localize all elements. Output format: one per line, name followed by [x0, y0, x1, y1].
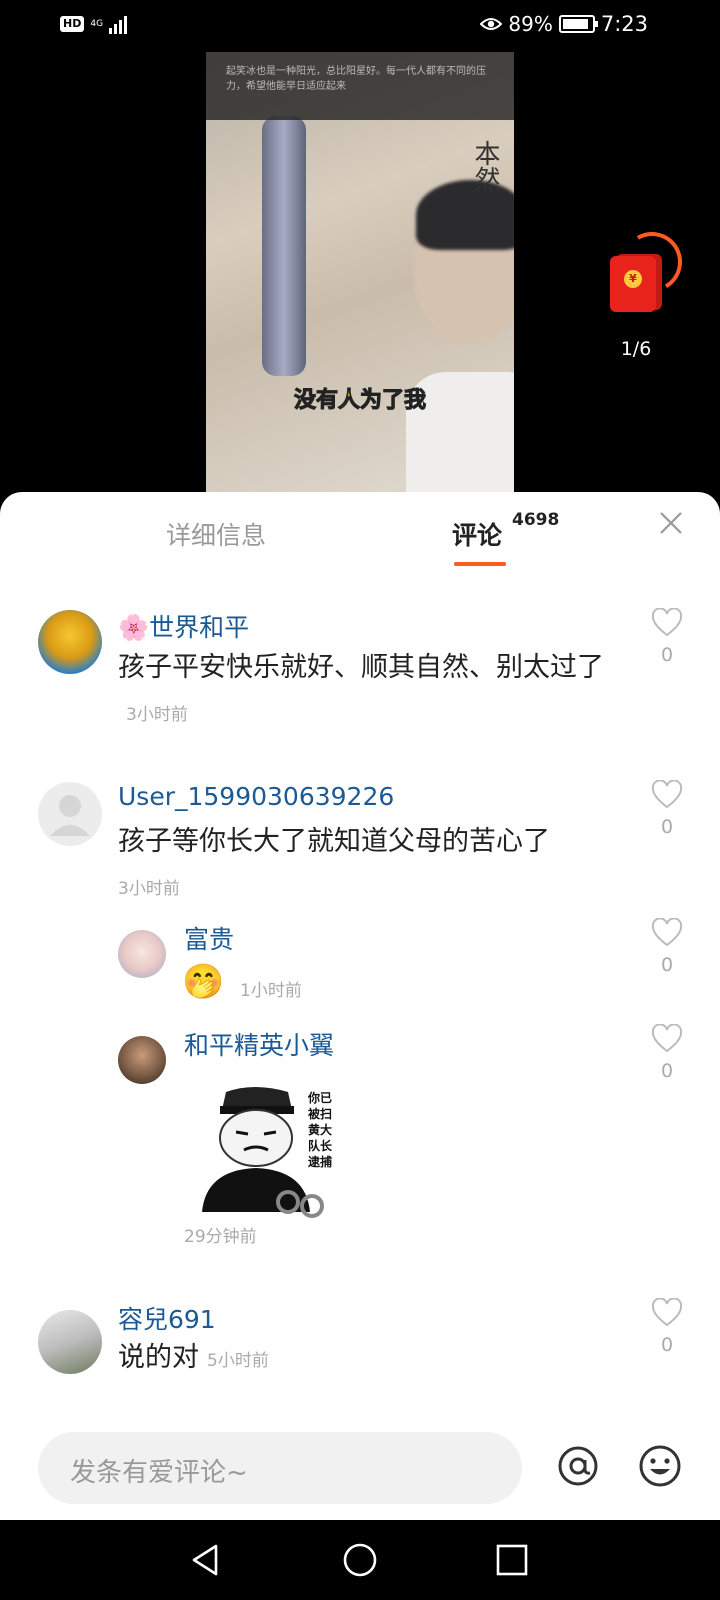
reply-emoji: 🤭 [182, 962, 225, 1002]
heart-icon [651, 918, 683, 947]
heart-icon [651, 1024, 683, 1053]
video-player[interactable]: 起笑冰也是一种阳光，总比阳星好。每一代人都有不同的压力，希望他能早日适应起来 本… [206, 52, 514, 492]
comment-body: 孩子平安快乐就好、顺其自然、别太过了 [118, 652, 604, 683]
comment-username[interactable]: 🌸世界和平 [118, 608, 249, 644]
battery-fill [562, 19, 588, 29]
avatar[interactable] [118, 1036, 166, 1084]
like-button[interactable]: 0 [650, 1298, 684, 1356]
comment-input[interactable]: 发条有爱评论~ [38, 1432, 522, 1504]
comment-username[interactable]: User_1599030639226 [118, 782, 394, 811]
reply-username[interactable]: 和平精英小翼 [184, 1026, 334, 1062]
comment-text[interactable]: 孩子平安快乐就好、顺其自然、别太过了 3小时前 [118, 646, 608, 737]
meme-text-line: 逮捕 [308, 1155, 333, 1169]
avatar[interactable] [38, 782, 102, 846]
coin-icon: ¥ [624, 270, 642, 288]
tab-comments[interactable]: 评论 [452, 516, 502, 552]
heart-icon [651, 608, 683, 637]
home-icon[interactable] [342, 1542, 378, 1578]
comment-time: 3小时前 [126, 705, 188, 725]
comment-text[interactable]: 孩子等你长大了就知道父母的苦心了 [118, 820, 550, 864]
like-button[interactable]: 0 [650, 608, 684, 666]
emoji-icon[interactable] [638, 1444, 682, 1488]
avatar[interactable] [118, 930, 166, 978]
video-caption-strip: 起笑冰也是一种阳光，总比阳星好。每一代人都有不同的压力，希望他能早日适应起来 [206, 52, 514, 120]
like-count: 0 [660, 954, 674, 976]
like-count: 0 [660, 1060, 674, 1082]
avatar[interactable] [38, 610, 102, 674]
like-count: 0 [660, 644, 674, 666]
heart-icon [651, 1298, 683, 1327]
comment-time: 3小时前 [118, 879, 180, 899]
video-logo: 本然 [470, 140, 500, 192]
clock: 7:23 [600, 12, 648, 36]
meme-text-line: 被扫 [308, 1107, 333, 1121]
meme-text-line: 队长 [308, 1139, 333, 1153]
status-left: HD 4G [60, 14, 128, 34]
status-bar: HD 4G 89% 7:23 [0, 0, 720, 52]
meme-text: 你已 被扫 黄大 队长 逮捕 [308, 1090, 332, 1170]
avatar[interactable] [38, 1310, 102, 1374]
battery-icon [558, 15, 598, 33]
comment-text[interactable]: 说的对 5小时前 [118, 1336, 269, 1383]
like-button[interactable]: 0 [650, 780, 684, 838]
meme-text-line: 你已 [308, 1091, 333, 1105]
signal-icon [109, 14, 128, 34]
recent-apps-icon[interactable] [496, 1544, 528, 1576]
comment-body: 说的对 [118, 1342, 199, 1373]
meme-text-line: 黄大 [308, 1123, 333, 1137]
comments-count: 4698 [512, 510, 560, 530]
system-nav-bar [0, 1520, 720, 1600]
red-packet-count: 1/6 [620, 338, 652, 360]
reply-username[interactable]: 富贵 [184, 920, 234, 956]
default-avatar-icon [50, 795, 90, 836]
comment-username[interactable]: 容兒691 [118, 1300, 216, 1336]
reply-time: 29分钟前 [184, 1227, 257, 1247]
video-person [396, 162, 514, 492]
video-pole [262, 116, 306, 376]
reply-time: 1小时前 [240, 981, 302, 1001]
like-button[interactable]: 0 [650, 1024, 684, 1082]
red-packet-button[interactable]: ¥ [606, 225, 689, 322]
hd-badge: HD [60, 16, 85, 32]
tab-details[interactable]: 详细信息 [166, 516, 266, 552]
mention-icon[interactable] [556, 1444, 600, 1488]
close-icon[interactable] [656, 508, 686, 538]
comments-sheet: 详细信息 评论 4698 🌸世界和平 孩子平安快乐就好、顺其自然、别太过了 3小时… [0, 492, 720, 1520]
network-type: 4G [90, 18, 104, 29]
eye-icon [480, 18, 503, 30]
video-subtitle: 没有人为了我 [293, 388, 426, 414]
comment-input-placeholder: 发条有爱评论~ [70, 1458, 248, 1488]
active-tab-indicator [454, 562, 506, 566]
like-count: 0 [660, 1334, 674, 1356]
like-count: 0 [660, 816, 674, 838]
battery-percent: 89% [508, 12, 553, 36]
comment-time: 5小时前 [207, 1351, 269, 1371]
like-button[interactable]: 0 [650, 918, 684, 976]
back-icon[interactable] [188, 1542, 224, 1578]
heart-icon [651, 780, 683, 809]
meme-image[interactable]: 你已 被扫 黄大 队长 逮捕 [184, 1084, 344, 1224]
status-right: 89% 7:23 [480, 12, 648, 36]
